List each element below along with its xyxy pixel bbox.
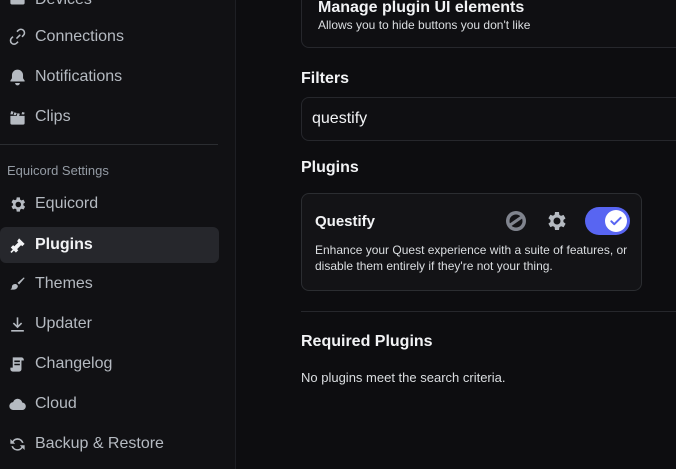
puzzle-icon (7, 235, 27, 255)
sidebar-item-label: Connections (35, 28, 124, 45)
backup-icon (7, 434, 27, 454)
plugin-enable-toggle[interactable] (585, 207, 630, 235)
clapperboard-icon (7, 107, 27, 127)
sidebar-item-plugins[interactable]: Plugins (0, 227, 219, 263)
scroll-icon (7, 354, 27, 374)
sidebar-item-label: Equicord (35, 195, 99, 212)
sidebar-item-label: Changelog (35, 355, 113, 372)
manage-ui-title: Manage plugin UI elements (318, 0, 525, 16)
sidebar-item-connections[interactable]: Connections (0, 19, 219, 55)
sidebar-item-notifications[interactable]: Notifications (0, 59, 219, 95)
plugin-card-questify: Questify Enhance your Quest experience w… (301, 193, 642, 291)
gear-icon (548, 212, 566, 230)
plugins-heading: Plugins (301, 159, 359, 176)
sidebar-item-changelog[interactable]: Changelog (0, 346, 219, 382)
manage-ui-card[interactable]: Manage plugin UI elements Allows you to … (301, 0, 676, 48)
sidebar-item-clips[interactable]: Clips (0, 99, 219, 135)
sidebar-item-cloud[interactable]: Cloud (0, 386, 219, 422)
sidebar-item-devices[interactable]: Devices (0, 0, 219, 18)
plugins-page: Manage plugin UI elements Allows you to … (236, 0, 676, 469)
plugin-search-input[interactable] (301, 97, 676, 141)
gear-icon (7, 194, 27, 214)
bell-icon (7, 67, 27, 87)
link-icon (7, 27, 27, 47)
sidebar-item-label: Notifications (35, 68, 123, 85)
sidebar-item-label: Updater (35, 315, 92, 332)
sidebar-item-label: Devices (35, 0, 92, 9)
sidebar-item-backup-restore[interactable]: Backup & Restore (0, 426, 219, 462)
manage-ui-subtitle: Allows you to hide buttons you don't lik… (318, 18, 531, 32)
section-header-equicord: Equicord Settings (7, 163, 109, 178)
required-plugins-heading: Required Plugins (301, 333, 433, 350)
sidebar-item-label: Cloud (35, 395, 77, 412)
plugin-description: Enhance your Quest experience with a sui… (315, 243, 628, 273)
sidebar-divider (0, 144, 218, 145)
sidebar-item-updater[interactable]: Updater (0, 306, 219, 342)
download-icon (7, 314, 27, 334)
sidebar-item-label: Themes (35, 275, 93, 292)
plugin-settings-button[interactable] (543, 208, 569, 234)
plugin-name: Questify (315, 213, 376, 230)
toggle-knob (605, 210, 627, 232)
paintbrush-icon (7, 274, 27, 294)
sidebar-item-label: Plugins (35, 236, 93, 253)
empty-state-text: No plugins meet the search criteria. (301, 370, 506, 385)
equicord-logo-icon (506, 211, 526, 231)
devices-icon (7, 0, 27, 10)
checkmark-icon (610, 216, 622, 226)
settings-sidebar: Devices Connections Notifications Clips … (0, 0, 236, 469)
filters-heading: Filters (301, 70, 350, 87)
sidebar-item-equicord[interactable]: Equicord (0, 186, 219, 222)
section-divider (301, 311, 676, 312)
cloud-icon (7, 394, 27, 414)
sidebar-item-themes[interactable]: Themes (0, 266, 219, 302)
plugin-info-icon[interactable] (503, 208, 529, 234)
sidebar-item-label: Clips (35, 108, 71, 125)
sidebar-item-label: Backup & Restore (35, 435, 164, 452)
